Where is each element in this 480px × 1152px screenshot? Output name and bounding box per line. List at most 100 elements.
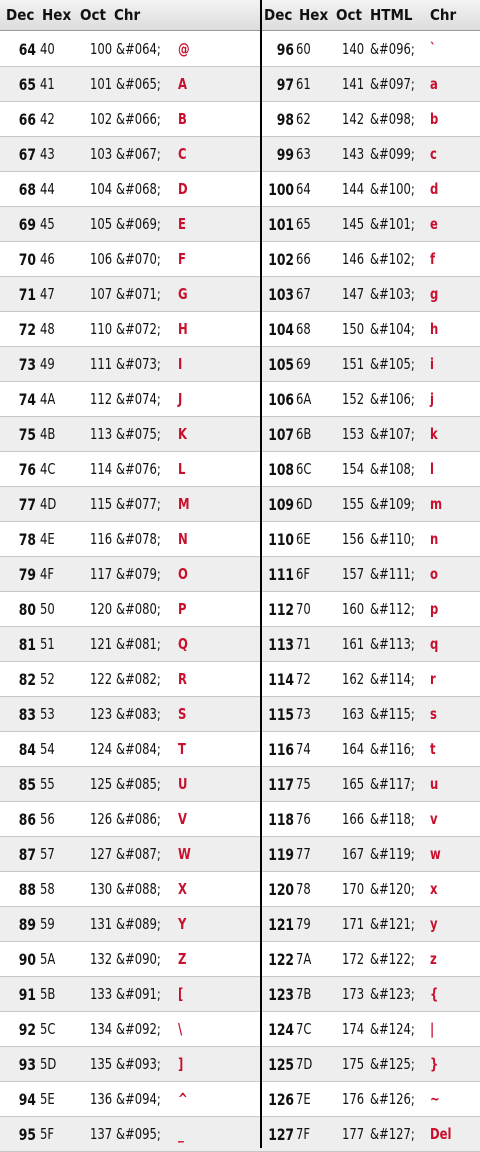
- left-chr-cell: C: [178, 145, 187, 163]
- table-row: 85 55 125 &#085; U 117 75 165 &#117; u: [0, 767, 480, 802]
- left-chr-cell: ^: [178, 1090, 188, 1108]
- table-row: 82 52 122 &#082; R 114 72 162 &#114; r: [0, 662, 480, 697]
- right-oct-cell: 142: [342, 110, 365, 128]
- right-hex-cell: 75: [296, 775, 311, 793]
- right-hex-cell: 7A: [296, 950, 312, 968]
- left-dec-cell: 73: [18, 355, 36, 374]
- right-html-cell: &#112;: [370, 600, 415, 618]
- right-dec-cell: 106: [268, 390, 295, 409]
- left-html-cell: &#085;: [116, 775, 161, 793]
- right-html-cell: &#101;: [370, 215, 415, 233]
- left-chr-cell: O: [178, 565, 188, 583]
- right-hex-cell: 63: [296, 145, 311, 163]
- left-hex-cell: 55: [40, 775, 55, 793]
- table-row: 72 48 110 &#072; H 104 68 150 &#104; h: [0, 312, 480, 347]
- right-html-cell: &#108;: [370, 460, 415, 478]
- left-dec-cell: 95: [18, 1125, 36, 1144]
- right-dec-cell: 127: [268, 1125, 295, 1144]
- left-html-cell: &#071;: [116, 285, 161, 303]
- left-oct-cell: 105: [90, 215, 113, 233]
- right-hex-cell: 67: [296, 285, 311, 303]
- right-dec-cell: 120: [268, 880, 295, 899]
- header-oct-left: Oct: [80, 6, 106, 24]
- left-oct-cell: 104: [90, 180, 113, 198]
- right-chr-cell: b: [430, 110, 439, 128]
- left-dec-cell: 77: [18, 495, 36, 514]
- right-oct-cell: 175: [342, 1055, 365, 1073]
- left-html-cell: &#078;: [116, 530, 161, 548]
- left-html-cell: &#075;: [116, 425, 161, 443]
- right-html-cell: &#115;: [370, 705, 415, 723]
- left-dec-cell: 67: [18, 145, 36, 164]
- table-row: 75 4B 113 &#075; K 107 6B 153 &#107; k: [0, 417, 480, 452]
- right-chr-cell: t: [430, 740, 436, 758]
- right-oct-cell: 164: [342, 740, 365, 758]
- right-hex-cell: 73: [296, 705, 311, 723]
- table-row: 78 4E 116 &#078; N 110 6E 156 &#110; n: [0, 522, 480, 557]
- right-dec-cell: 110: [268, 530, 295, 549]
- left-oct-cell: 137: [90, 1125, 113, 1143]
- right-oct-cell: 176: [342, 1090, 365, 1108]
- left-dec-cell: 69: [18, 215, 36, 234]
- left-chr-cell: F: [178, 250, 186, 268]
- left-oct-cell: 120: [90, 600, 113, 618]
- right-html-cell: &#126;: [370, 1090, 415, 1108]
- right-html-cell: &#105;: [370, 355, 415, 373]
- left-hex-cell: 5A: [40, 950, 56, 968]
- left-oct-cell: 102: [90, 110, 113, 128]
- right-chr-cell: e: [430, 215, 438, 233]
- left-hex-cell: 4E: [40, 530, 55, 548]
- right-chr-cell: `: [430, 40, 436, 58]
- left-chr-cell: D: [178, 180, 188, 198]
- left-hex-cell: 59: [40, 915, 55, 933]
- right-oct-cell: 157: [342, 565, 365, 583]
- left-dec-cell: 78: [18, 530, 36, 549]
- right-oct-cell: 162: [342, 670, 365, 688]
- right-html-cell: &#125;: [370, 1055, 415, 1073]
- left-hex-cell: 4F: [40, 565, 55, 583]
- left-chr-cell: L: [178, 460, 186, 478]
- left-dec-cell: 81: [18, 635, 36, 654]
- right-hex-cell: 7F: [296, 1125, 311, 1143]
- right-html-cell: &#106;: [370, 390, 415, 408]
- right-hex-cell: 7E: [296, 1090, 311, 1108]
- table-row: 83 53 123 &#083; S 115 73 163 &#115; s: [0, 697, 480, 732]
- left-html-cell: &#081;: [116, 635, 161, 653]
- right-hex-cell: 61: [296, 75, 311, 93]
- right-hex-cell: 74: [296, 740, 311, 758]
- table-row: 74 4A 112 &#074; J 106 6A 152 &#106; j: [0, 382, 480, 417]
- table-row: 70 46 106 &#070; F 102 66 146 &#102; f: [0, 242, 480, 277]
- right-oct-cell: 155: [342, 495, 365, 513]
- left-dec-cell: 72: [18, 320, 36, 339]
- left-oct-cell: 101: [90, 75, 113, 93]
- left-html-cell: &#072;: [116, 320, 161, 338]
- left-dec-cell: 64: [18, 40, 36, 59]
- right-chr-cell: Del: [430, 1125, 452, 1143]
- left-dec-cell: 86: [18, 810, 36, 829]
- table-row: 81 51 121 &#081; Q 113 71 161 &#113; q: [0, 627, 480, 662]
- right-dec-cell: 111: [268, 565, 295, 584]
- left-oct-cell: 127: [90, 845, 113, 863]
- right-oct-cell: 170: [342, 880, 365, 898]
- left-html-cell: &#083;: [116, 705, 161, 723]
- right-oct-cell: 141: [342, 75, 365, 93]
- left-chr-cell: R: [178, 670, 187, 688]
- right-oct-cell: 151: [342, 355, 365, 373]
- table-row: 86 56 126 &#086; V 118 76 166 &#118; v: [0, 802, 480, 837]
- left-html-cell: &#073;: [116, 355, 161, 373]
- left-dec-cell: 71: [18, 285, 36, 304]
- header-dec-left: Dec: [6, 6, 35, 24]
- right-dec-cell: 101: [268, 215, 295, 234]
- right-html-cell: &#109;: [370, 495, 415, 513]
- right-html-cell: &#103;: [370, 285, 415, 303]
- right-dec-cell: 122: [268, 950, 295, 969]
- right-hex-cell: 6E: [296, 530, 311, 548]
- right-chr-cell: c: [430, 145, 437, 163]
- right-hex-cell: 62: [296, 110, 311, 128]
- right-html-cell: &#121;: [370, 915, 415, 933]
- left-hex-cell: 5E: [40, 1090, 55, 1108]
- left-oct-cell: 126: [90, 810, 113, 828]
- table-row: 95 5F 137 &#095; _ 127 7F 177 &#127; Del: [0, 1117, 480, 1152]
- right-chr-cell: p: [430, 600, 439, 618]
- right-oct-cell: 172: [342, 950, 365, 968]
